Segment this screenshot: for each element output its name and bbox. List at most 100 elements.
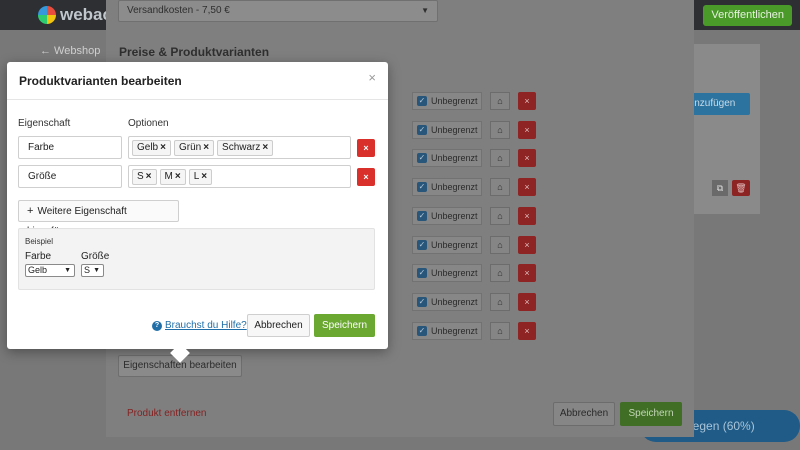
option-tag-label: Schwarz xyxy=(222,142,261,153)
delete-variant-icon[interactable]: × xyxy=(518,292,536,311)
back-to-webshop-link[interactable]: ← Webshop xyxy=(40,45,100,57)
example-label-color: Farbe xyxy=(25,251,52,262)
stock-icon[interactable]: ⌂ xyxy=(490,149,510,168)
stock-icon[interactable]: ⌂ xyxy=(490,92,510,110)
delete-variant-icon[interactable]: × xyxy=(518,178,536,197)
option-tag-label: Grün xyxy=(178,142,202,153)
remove-product-link[interactable]: Produkt entfernen xyxy=(127,408,207,419)
help-text: Brauchst du Hilfe? xyxy=(165,320,247,331)
chevron-down-icon: ▼ xyxy=(421,6,429,15)
option-tag: Schwarz × xyxy=(217,140,274,156)
unlimited-label: Unbegrenzt xyxy=(431,210,478,221)
unlimited-checkbox[interactable]: ✓ Unbegrenzt xyxy=(412,235,482,254)
example-select-size[interactable]: S ▼ xyxy=(81,264,104,277)
section-heading: Preise & Produktvarianten xyxy=(119,45,270,59)
unlimited-label: Unbegrenzt xyxy=(431,325,478,336)
remove-tag-icon[interactable]: × xyxy=(262,141,268,155)
unlimited-label: Unbegrenzt xyxy=(431,153,478,164)
property-column-header: Eigenschaft xyxy=(18,118,71,129)
remove-tag-icon[interactable]: × xyxy=(160,141,166,155)
close-icon[interactable]: × xyxy=(368,70,376,85)
delete-variant-icon[interactable]: × xyxy=(518,235,536,254)
remove-tag-icon[interactable]: × xyxy=(201,170,207,184)
edit-variants-modal: Produktvarianten bearbeiten × Eigenschaf… xyxy=(7,62,388,363)
save-button[interactable]: Speichern xyxy=(314,314,375,337)
option-tag-label: M xyxy=(164,171,173,182)
unlimited-checkbox[interactable]: ✓ Unbegrenzt xyxy=(412,292,482,311)
example-select-color-value: Gelb xyxy=(28,265,48,275)
checkmark-icon: ✓ xyxy=(417,182,427,193)
add-property-button[interactable]: +Weitere Eigenschaft hinzufügen xyxy=(18,200,179,237)
stock-icon[interactable]: ⌂ xyxy=(490,264,510,283)
checkmark-icon: ✓ xyxy=(417,268,427,279)
remove-tag-icon[interactable]: × xyxy=(203,141,209,155)
checkmark-icon: ✓ xyxy=(417,124,427,135)
unlimited-checkbox[interactable]: ✓ Unbegrenzt xyxy=(412,120,482,139)
remove-tag-icon[interactable]: × xyxy=(175,170,181,184)
option-tag: M × xyxy=(159,169,186,185)
unlimited-checkbox[interactable]: ✓ Unbegrenzt xyxy=(412,92,482,110)
unlimited-label: Unbegrenzt xyxy=(431,182,478,193)
trash-icon[interactable]: 🗑 xyxy=(732,180,750,196)
chevron-down-icon: ▼ xyxy=(93,267,100,274)
options-tag-input[interactable]: S × M × L × xyxy=(128,165,351,188)
delete-variant-icon[interactable]: × xyxy=(518,321,536,340)
modal-title: Produktvarianten bearbeiten xyxy=(19,74,182,88)
copy-icon[interactable]: ⧉ xyxy=(712,180,728,196)
option-tag: Grün × xyxy=(173,140,215,156)
logo: webac xyxy=(38,5,112,25)
option-tag-label: Gelb xyxy=(137,142,159,153)
checkmark-icon: ✓ xyxy=(417,296,427,307)
stock-icon[interactable]: ⌂ xyxy=(490,178,510,197)
property-name-input[interactable]: Farbe xyxy=(18,136,122,159)
modal-header: Produktvarianten bearbeiten × xyxy=(7,62,388,100)
delete-variant-icon[interactable]: × xyxy=(518,264,536,283)
unlimited-label: Unbegrenzt xyxy=(431,124,478,135)
add-button-partial[interactable]: inzufügen xyxy=(688,93,750,115)
checkmark-icon: ✓ xyxy=(417,96,427,106)
example-select-color[interactable]: Gelb ▼ xyxy=(25,264,75,277)
panel-save-button[interactable]: Speichern xyxy=(620,402,682,426)
example-preview: Beispiel Farbe Gelb ▼ Größe S ▼ xyxy=(18,228,375,290)
shipping-select[interactable]: Versandkosten - 7,50 € ▼ xyxy=(118,0,438,22)
unlimited-checkbox[interactable]: ✓ Unbegrenzt xyxy=(412,149,482,168)
logo-text: webac xyxy=(60,5,112,24)
options-tag-input[interactable]: Gelb × Grün × Schwarz × xyxy=(128,136,351,159)
option-tag-label: L xyxy=(193,171,200,182)
delete-variant-icon[interactable]: × xyxy=(518,92,536,110)
delete-variant-icon[interactable]: × xyxy=(518,149,536,168)
unlimited-checkbox[interactable]: ✓ Unbegrenzt xyxy=(412,206,482,225)
panel-cancel-button[interactable]: Abbrechen xyxy=(553,402,615,426)
delete-variant-icon[interactable]: × xyxy=(518,206,536,225)
checkmark-icon: ✓ xyxy=(417,210,427,221)
stock-icon[interactable]: ⌂ xyxy=(490,321,510,340)
stock-icon[interactable]: ⌂ xyxy=(490,292,510,311)
stock-icon[interactable]: ⌂ xyxy=(490,206,510,225)
checkmark-icon: ✓ xyxy=(417,325,427,336)
unlimited-label: Unbegrenzt xyxy=(431,96,478,106)
unlimited-checkbox[interactable]: ✓ Unbegrenzt xyxy=(412,321,482,340)
cancel-button[interactable]: Abbrechen xyxy=(247,314,310,337)
option-tag: L × xyxy=(188,169,213,185)
checkmark-icon: ✓ xyxy=(417,239,427,250)
unlimited-checkbox[interactable]: ✓ Unbegrenzt xyxy=(412,264,482,283)
shipping-select-value: Versandkosten - 7,50 € xyxy=(127,5,230,16)
options-column-header: Optionen xyxy=(128,118,169,129)
example-label-size: Größe xyxy=(81,251,110,262)
stock-icon[interactable]: ⌂ xyxy=(490,235,510,254)
property-name-input[interactable]: Größe xyxy=(18,165,122,188)
publish-button[interactable]: Veröffentlichen xyxy=(703,5,792,26)
unlimited-label: Unbegrenzt xyxy=(431,268,478,279)
delete-property-button[interactable]: × xyxy=(357,168,375,186)
option-tag-label: S xyxy=(137,171,144,182)
unlimited-label: Unbegrenzt xyxy=(431,296,478,307)
plus-icon: + xyxy=(27,205,34,217)
unlimited-checkbox[interactable]: ✓ Unbegrenzt xyxy=(412,178,482,197)
delete-variant-icon[interactable]: × xyxy=(518,120,536,139)
help-link[interactable]: ? Brauchst du Hilfe? xyxy=(152,320,247,331)
logo-icon xyxy=(38,6,56,24)
unlimited-label: Unbegrenzt xyxy=(431,239,478,250)
remove-tag-icon[interactable]: × xyxy=(146,170,152,184)
stock-icon[interactable]: ⌂ xyxy=(490,120,510,139)
delete-property-button[interactable]: × xyxy=(357,139,375,157)
